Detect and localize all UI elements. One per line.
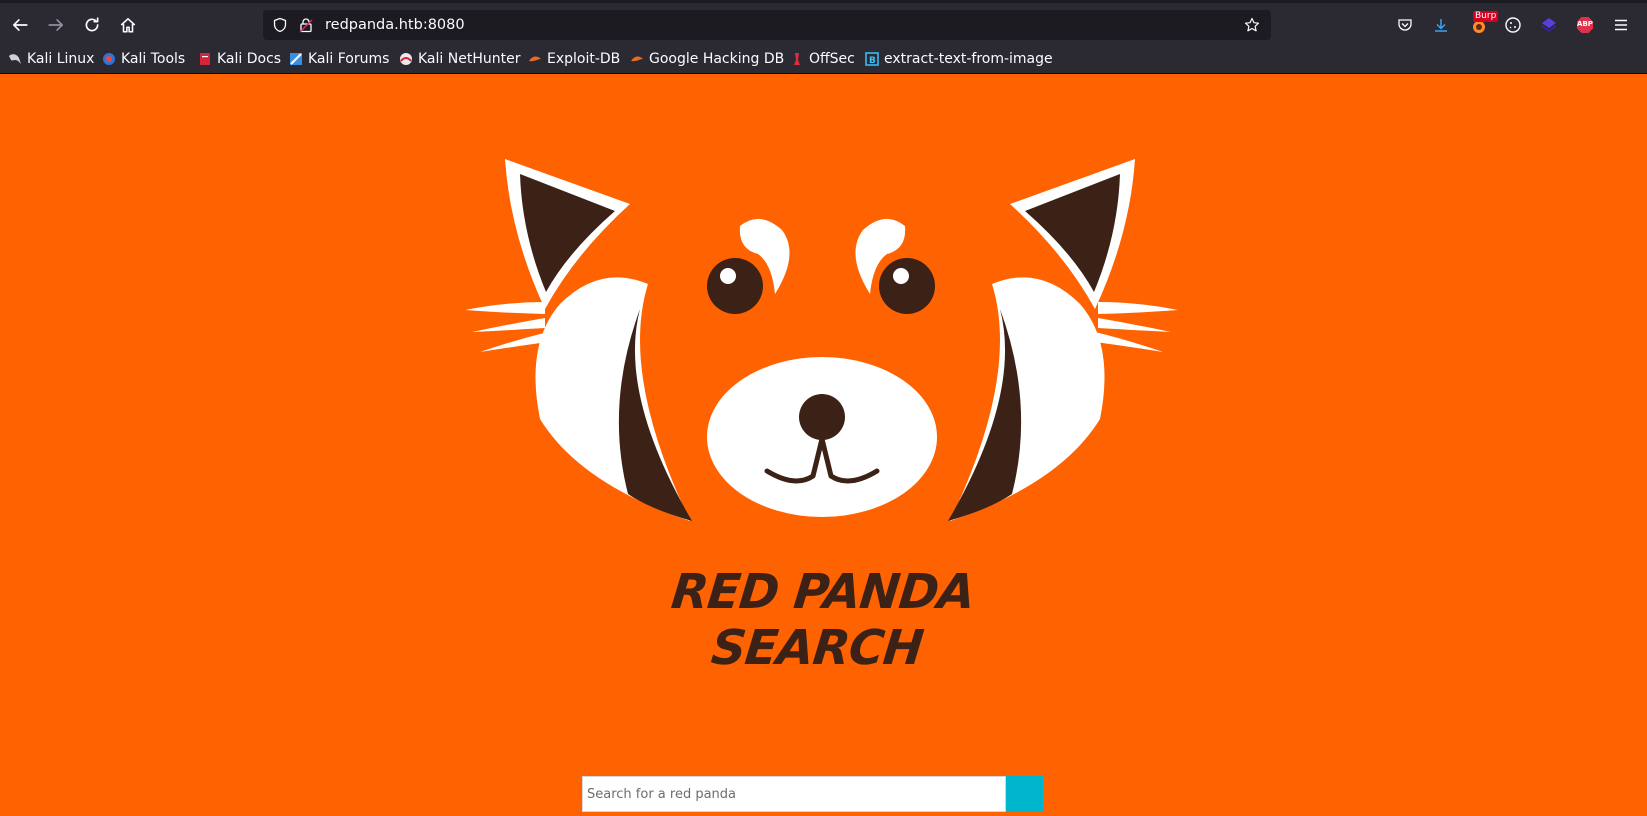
bookmark-extract-text[interactable]: B extract-text-from-image — [865, 49, 1053, 69]
bookmark-google-hacking-db[interactable]: Google Hacking DB — [630, 49, 784, 69]
bookmark-label: Exploit-DB — [547, 51, 621, 67]
search-button[interactable] — [1006, 776, 1043, 812]
bookmark-label: Kali NetHunter — [418, 51, 521, 67]
bookmark-label: OffSec — [809, 51, 855, 67]
kali-forums-icon — [290, 53, 302, 65]
download-icon — [1435, 19, 1447, 32]
browser-toolbar: redpanda.htb:8080 Burp ABP — [0, 0, 1647, 44]
offsec-icon — [794, 53, 800, 65]
bookmark-kali-forums[interactable]: Kali Forums — [289, 49, 389, 69]
lock-icon[interactable] — [298, 17, 314, 33]
left-whiskers — [465, 302, 548, 352]
burp-extension-button[interactable]: Burp — [1467, 11, 1499, 37]
right-whiskers — [1095, 302, 1178, 352]
hamburger-menu-icon — [1615, 19, 1627, 31]
layers-extension-icon — [1541, 18, 1557, 32]
home-icon — [120, 18, 136, 33]
bookmarks-toolbar: Kali Linux Kali Tools Kali Docs Kali For… — [0, 44, 1647, 74]
search-input[interactable] — [582, 776, 1006, 812]
bookmark-offsec[interactable]: OffSec — [790, 49, 855, 69]
right-eye — [879, 258, 935, 314]
abp-label: ABP — [1577, 20, 1593, 28]
bookmark-label: Kali Linux — [27, 51, 95, 67]
bookmark-star-icon[interactable] — [1244, 17, 1260, 33]
cookie-icon — [1505, 17, 1521, 33]
bookmark-b-icon: B — [865, 52, 879, 66]
kali-tools-icon — [103, 53, 115, 65]
bookmark-kali-tools[interactable]: Kali Tools — [102, 49, 185, 69]
forward-arrow-icon — [48, 19, 64, 31]
nethunter-icon — [400, 53, 412, 65]
home-button[interactable] — [114, 11, 142, 39]
bookmark-label: extract-text-from-image — [884, 51, 1053, 67]
address-bar[interactable]: redpanda.htb:8080 — [263, 10, 1271, 40]
forward-button[interactable] — [42, 11, 70, 39]
back-arrow-icon — [12, 19, 28, 31]
page-content: RED PANDA SEARCH — [0, 74, 1647, 816]
downloads-button[interactable] — [1429, 13, 1453, 37]
left-eye — [707, 258, 763, 314]
svg-text:B: B — [869, 56, 876, 66]
adblock-plus-button[interactable]: ABP — [1573, 13, 1597, 37]
shield-icon[interactable] — [272, 17, 288, 33]
pocket-button[interactable] — [1393, 13, 1417, 37]
bookmark-label: Kali Forums — [308, 51, 390, 67]
bookmark-label: Google Hacking DB — [649, 51, 785, 67]
bookmark-kali-linux[interactable]: Kali Linux — [8, 49, 94, 69]
exploit-db-icon — [529, 56, 541, 62]
reload-button[interactable] — [78, 11, 106, 39]
search-form — [582, 776, 1043, 812]
brand-title: RED PANDA SEARCH — [668, 564, 978, 676]
pocket-icon — [1398, 19, 1412, 31]
kali-docs-icon — [200, 53, 210, 65]
reload-icon — [85, 17, 99, 32]
nose — [799, 394, 845, 440]
bookmark-exploit-db[interactable]: Exploit-DB — [528, 49, 620, 69]
bookmark-label: Kali Docs — [217, 51, 282, 67]
bookmark-kali-nethunter[interactable]: Kali NetHunter — [399, 49, 520, 69]
cookie-extension-button[interactable] — [1501, 13, 1525, 37]
back-button[interactable] — [6, 11, 34, 39]
ghdb-icon — [631, 56, 643, 62]
kali-dragon-icon — [9, 54, 21, 64]
bookmark-label: Kali Tools — [121, 51, 186, 67]
app-menu-button[interactable] — [1609, 13, 1633, 37]
proxy-extension-button[interactable] — [1537, 13, 1561, 37]
url-text[interactable]: redpanda.htb:8080 — [325, 16, 465, 34]
bookmark-kali-docs[interactable]: Kali Docs — [198, 49, 281, 69]
burp-badge: Burp — [1473, 11, 1499, 22]
